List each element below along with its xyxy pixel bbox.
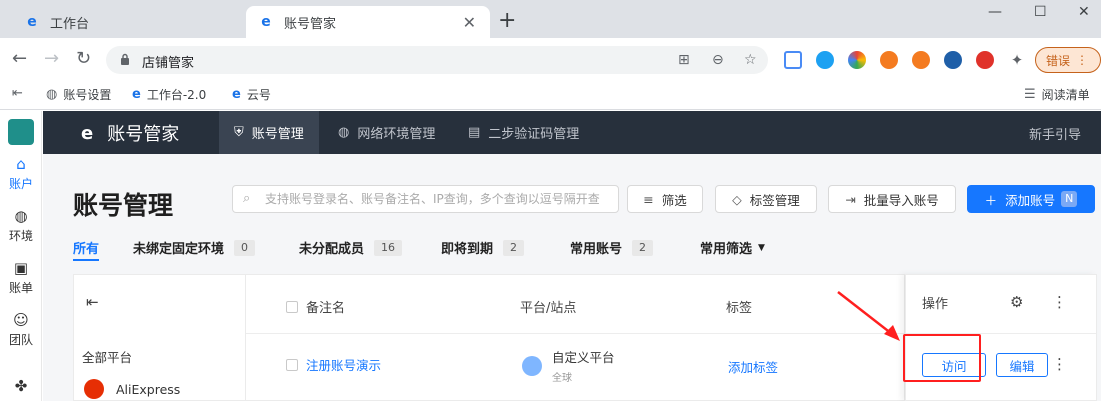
highlight-box xyxy=(903,334,981,382)
